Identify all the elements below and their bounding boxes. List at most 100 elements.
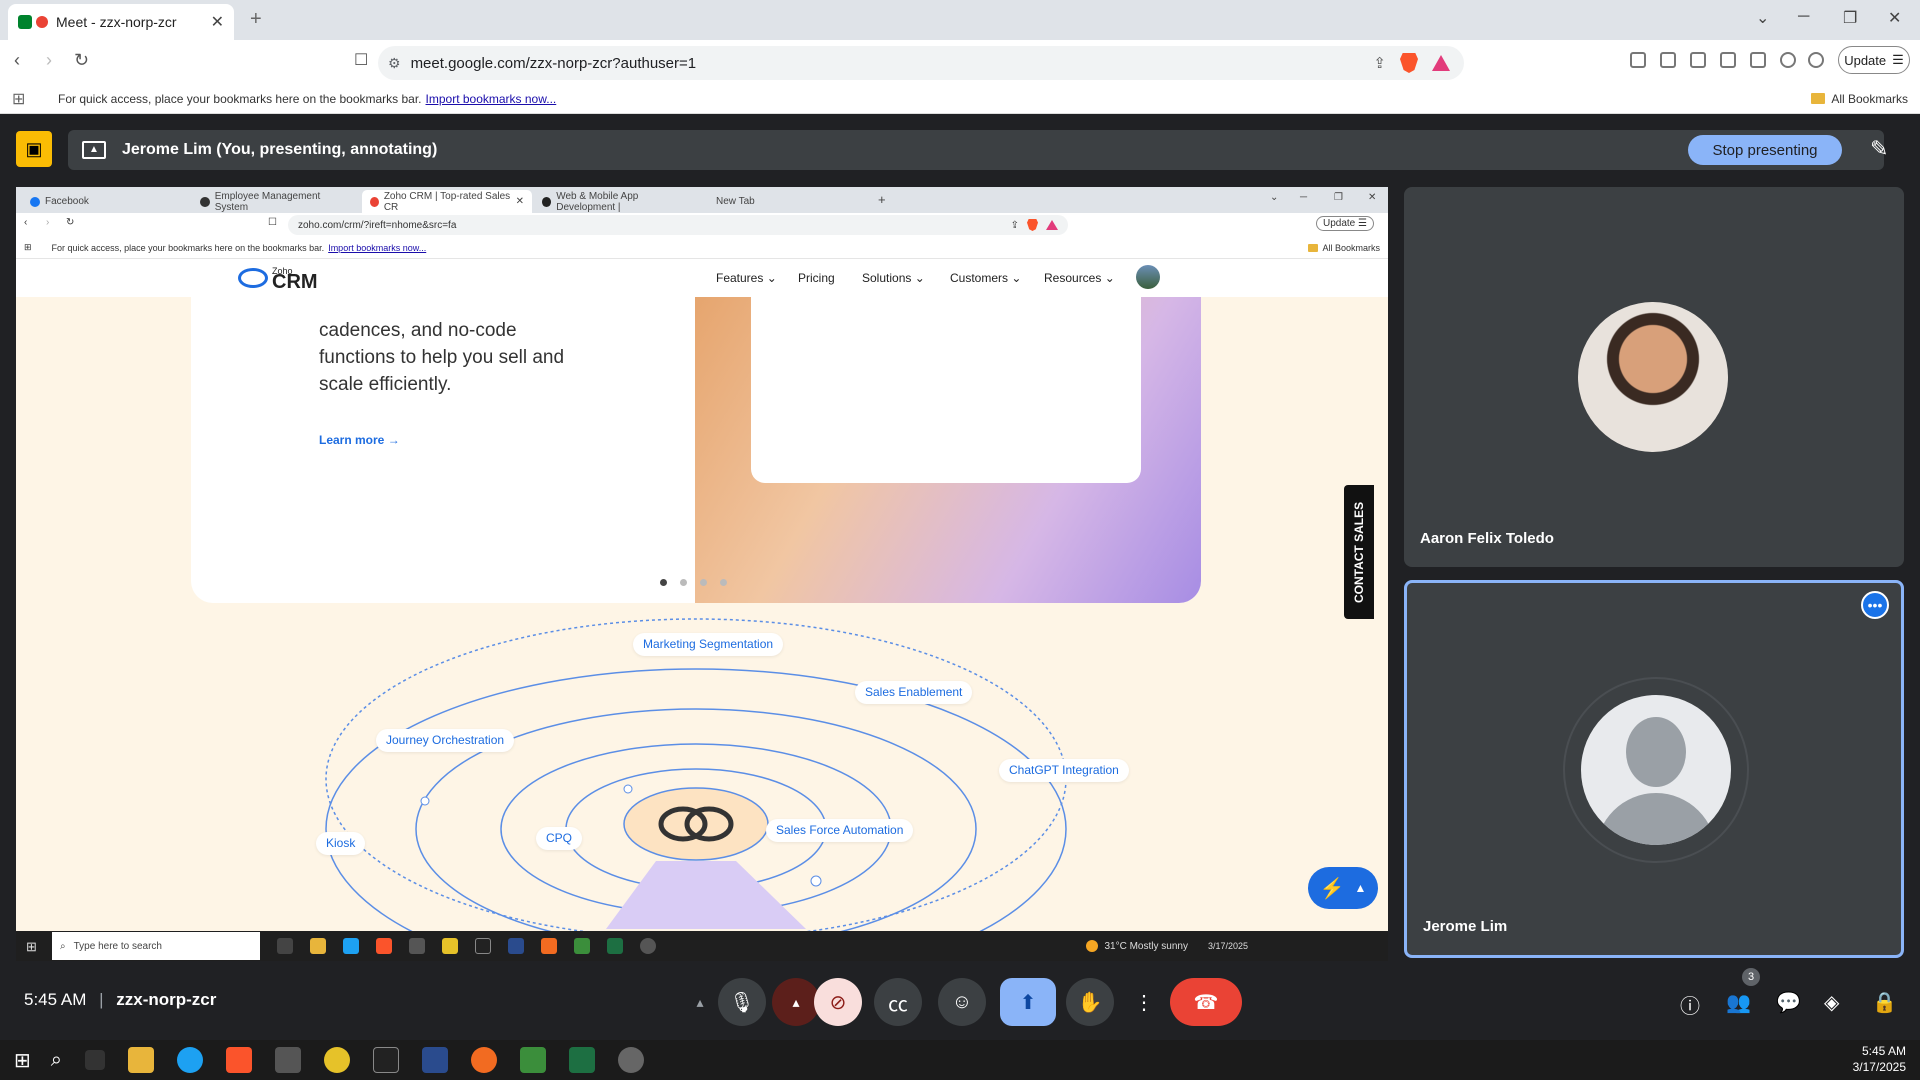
nav-solutions[interactable]: Solutions ⌄ (862, 271, 925, 285)
bookmark-icon[interactable]: ☐ (268, 217, 277, 228)
tab-search-icon[interactable]: ⌄ (1270, 192, 1278, 203)
close-tab-icon[interactable]: ✕ (211, 12, 224, 32)
shared-address-bar[interactable]: zoho.com/crm/?ireft=nhome&src=fa ⇪ (288, 215, 1068, 235)
browser-tab-meet[interactable]: Meet - zzx-norp-zcr ✕ (8, 4, 234, 40)
zia-assistant-button[interactable]: ⚡ ▲ (1308, 867, 1378, 909)
vscode-icon[interactable] (508, 938, 524, 954)
taskbar-search[interactable]: ⌕ Type here to search (52, 932, 260, 960)
site-info-icon[interactable]: ⚙ (388, 55, 401, 72)
edge-icon[interactable] (176, 1047, 203, 1073)
puzzle-icon[interactable] (1690, 52, 1706, 68)
bookmark-icon[interactable]: ☐ (354, 50, 368, 70)
excel-icon[interactable] (568, 1047, 595, 1073)
user-avatar[interactable] (1136, 265, 1160, 289)
captions-button[interactable]: ㏄ (874, 978, 922, 1026)
brave-shields-icon[interactable] (1400, 53, 1418, 73)
carousel-dot[interactable] (720, 579, 727, 586)
more-options-icon[interactable]: ••• (1861, 591, 1889, 619)
brave-rewards-icon[interactable] (1432, 55, 1450, 71)
task-view-icon[interactable] (84, 1050, 105, 1070)
share-icon[interactable]: ⇪ (1373, 54, 1386, 72)
video-options-icon[interactable]: ▴ (772, 978, 820, 1026)
settings-icon[interactable] (640, 938, 656, 954)
file-explorer-icon[interactable] (127, 1047, 154, 1073)
apps-icon[interactable]: ⊞ (12, 89, 44, 109)
meeting-details-icon[interactable]: ⓘ (1680, 990, 1700, 1019)
close-window-icon[interactable]: ✕ (1368, 192, 1376, 203)
shared-update-button[interactable]: Update ☰ (1316, 216, 1374, 231)
leave-call-button[interactable]: ☎ (1170, 978, 1242, 1026)
new-tab-icon[interactable]: + (250, 8, 262, 31)
microphone-button[interactable]: 🎙 (718, 978, 766, 1026)
shared-tab-zoho[interactable]: Zoho CRM | Top-rated Sales CR ✕ (362, 190, 532, 213)
update-button[interactable]: Update ☰ (1838, 46, 1910, 74)
app-icon[interactable] (323, 1047, 350, 1073)
restore-icon[interactable]: ❐ (1843, 8, 1857, 28)
excel-icon[interactable] (607, 938, 623, 954)
nav-resources[interactable]: Resources ⌄ (1044, 271, 1115, 285)
annotate-pen-icon[interactable]: ✎ (1870, 136, 1888, 162)
shared-tab-facebook[interactable]: Facebook (22, 190, 190, 213)
shared-tab-newtab[interactable]: New Tab (708, 190, 868, 213)
learn-more-link[interactable]: Learn more → (319, 433, 400, 447)
wallet-icon[interactable] (1750, 52, 1766, 68)
windows-start-icon[interactable]: ⊞ (26, 939, 37, 955)
carousel-dot[interactable] (700, 579, 707, 586)
brave-icon[interactable] (225, 1047, 252, 1073)
back-icon[interactable]: ‹ (14, 50, 20, 71)
weather-widget[interactable]: 31°C Mostly sunny 3/17/2025 (1086, 940, 1248, 952)
chat-icon[interactable]: 💬 (1776, 990, 1801, 1015)
more-options-button[interactable]: ⋮ (1124, 978, 1164, 1026)
shared-tab-webdev[interactable]: Web & Mobile App Development | (534, 190, 702, 213)
settings-icon[interactable] (617, 1047, 644, 1073)
brave-icon[interactable] (376, 938, 392, 954)
zoho-crm-logo[interactable]: Zoho CRM (238, 265, 318, 292)
extension-icon[interactable] (1630, 52, 1646, 68)
apps-icon[interactable]: ⊞ (24, 242, 32, 253)
new-tab-icon[interactable]: + (878, 192, 886, 207)
minimize-icon[interactable]: ─ (1300, 192, 1307, 203)
close-window-icon[interactable]: ✕ (1888, 8, 1901, 28)
sidebar-icon[interactable] (1720, 52, 1736, 68)
postman-icon[interactable] (541, 938, 557, 954)
raise-hand-button[interactable]: ✋ (1066, 978, 1114, 1026)
forward-icon[interactable]: › (46, 50, 52, 71)
nav-pricing[interactable]: Pricing (798, 271, 835, 285)
brave-rewards-icon[interactable] (1046, 220, 1058, 230)
brave-shields-icon[interactable] (1027, 219, 1038, 231)
minimize-icon[interactable]: ─ (1798, 8, 1809, 26)
all-bookmarks-button[interactable]: All Bookmarks (1308, 243, 1380, 253)
nav-features[interactable]: Features ⌄ (716, 271, 777, 285)
host-controls-icon[interactable]: 🔒 (1872, 990, 1897, 1015)
all-bookmarks-button[interactable]: All Bookmarks (1811, 92, 1908, 106)
system-clock[interactable]: 5:45 AM 3/17/2025 (1853, 1043, 1906, 1075)
shared-tab-ems[interactable]: Employee Management System (192, 190, 360, 213)
vscode-icon[interactable] (421, 1047, 448, 1073)
hide-presentation-icon[interactable]: ▣ (16, 131, 52, 167)
app-icon[interactable] (442, 938, 458, 954)
sheets-icon[interactable] (574, 938, 590, 954)
carousel-dot[interactable] (680, 579, 687, 586)
app-icon[interactable] (372, 1047, 399, 1073)
address-bar[interactable]: ⚙ meet.google.com/zzx-norp-zcr?authuser=… (378, 46, 1464, 80)
postman-icon[interactable] (470, 1047, 497, 1073)
nav-customers[interactable]: Customers ⌄ (950, 271, 1021, 285)
camera-off-button[interactable]: ⊘ (814, 978, 862, 1026)
back-icon[interactable]: ‹ (24, 217, 27, 228)
task-view-icon[interactable] (277, 938, 293, 954)
windows-start-icon[interactable]: ⊞ (14, 1048, 31, 1073)
app-icon[interactable] (274, 1047, 301, 1073)
leo-icon[interactable] (1780, 52, 1796, 68)
activities-icon[interactable]: ◈ (1824, 990, 1839, 1015)
translate-icon[interactable] (1660, 52, 1676, 68)
vpn-icon[interactable] (1808, 52, 1824, 68)
edge-icon[interactable] (343, 938, 359, 954)
carousel-dot[interactable] (660, 579, 667, 586)
file-explorer-icon[interactable] (310, 938, 326, 954)
import-bookmarks-link[interactable]: Import bookmarks now... (328, 243, 426, 253)
participant-tile[interactable]: Aaron Felix Toledo (1404, 187, 1904, 567)
reload-icon[interactable]: ↻ (66, 217, 74, 228)
participant-tile-self[interactable]: ••• Jerome Lim (1404, 580, 1904, 958)
close-tab-icon[interactable]: ✕ (516, 196, 524, 207)
people-icon[interactable]: 👥 (1726, 990, 1751, 1015)
